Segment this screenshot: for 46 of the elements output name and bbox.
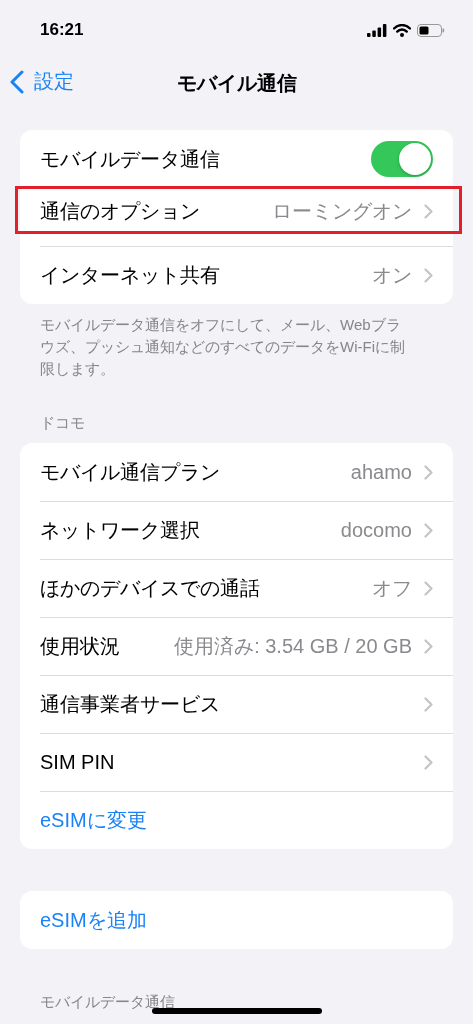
row-label: SIM PIN (40, 750, 115, 774)
chevron-icon (424, 203, 433, 219)
section-header: ドコモ (40, 414, 85, 433)
row-label: ネットワーク選択 (40, 517, 200, 543)
row-label: eSIMを追加 (40, 907, 147, 933)
settings-row[interactable]: 通信のオプション ローミングオン (20, 188, 453, 246)
chevron-icon (424, 754, 433, 770)
row-label: モバイル通信プラン (40, 459, 220, 485)
settings-row[interactable]: ネットワーク選択 docomo (20, 501, 453, 559)
row-value: オフ (372, 575, 412, 601)
section-footer: モバイルデータ通信をオフにして、メール、Webブラウズ、プッシュ通知などのすべてのデータをWi-Fiに制限します。 (20, 304, 435, 380)
row-label: インターネット共有 (40, 262, 220, 288)
row-label: 使用状況 (40, 633, 120, 659)
settings-row[interactable]: モバイルデータ通信 (20, 130, 453, 188)
settings-row[interactable]: eSIMを追加 (20, 891, 453, 949)
row-value: オン (372, 262, 412, 288)
settings-row[interactable]: インターネット共有 オン (20, 246, 453, 304)
section-header: モバイルデータ通信 (40, 993, 175, 1012)
settings-row[interactable]: SIM PIN (20, 733, 453, 791)
chevron-icon (424, 522, 433, 538)
row-label: 通信事業者サービス (40, 691, 220, 717)
row-label: 通信のオプション (40, 198, 200, 224)
signal-icon (367, 23, 387, 37)
chevron-icon (424, 638, 433, 654)
status-time: 16:21 (40, 20, 84, 40)
settings-row[interactable]: eSIMに変更 (20, 791, 453, 849)
back-chevron-icon (10, 69, 24, 94)
chevron-icon (424, 696, 433, 712)
chevron-icon (424, 464, 433, 480)
battery-icon (417, 23, 445, 37)
wifi-icon (393, 23, 411, 37)
chevron-icon (424, 267, 433, 283)
row-label: eSIMに変更 (40, 807, 147, 833)
row-value: ahamo (350, 460, 412, 484)
settings-row[interactable]: モバイル通信プラン ahamo (20, 443, 453, 501)
chevron-icon (424, 580, 433, 596)
row-value: ローミングオン (272, 198, 412, 224)
row-label: ほかのデバイスでの通話 (40, 575, 260, 601)
settings-row[interactable]: 使用状況 使用済み: 3.54 GB / 20 GB (20, 617, 453, 675)
row-value: 使用済み: 3.54 GB / 20 GB (174, 633, 412, 659)
settings-row[interactable]: 通信事業者サービス (20, 675, 453, 733)
row-label: モバイルデータ通信 (40, 146, 220, 172)
row-value: docomo (340, 518, 412, 542)
page-title: モバイル通信 (176, 70, 297, 96)
toggle-switch[interactable] (371, 141, 433, 177)
settings-row[interactable]: ほかのデバイスでの通話 オフ (20, 559, 453, 617)
